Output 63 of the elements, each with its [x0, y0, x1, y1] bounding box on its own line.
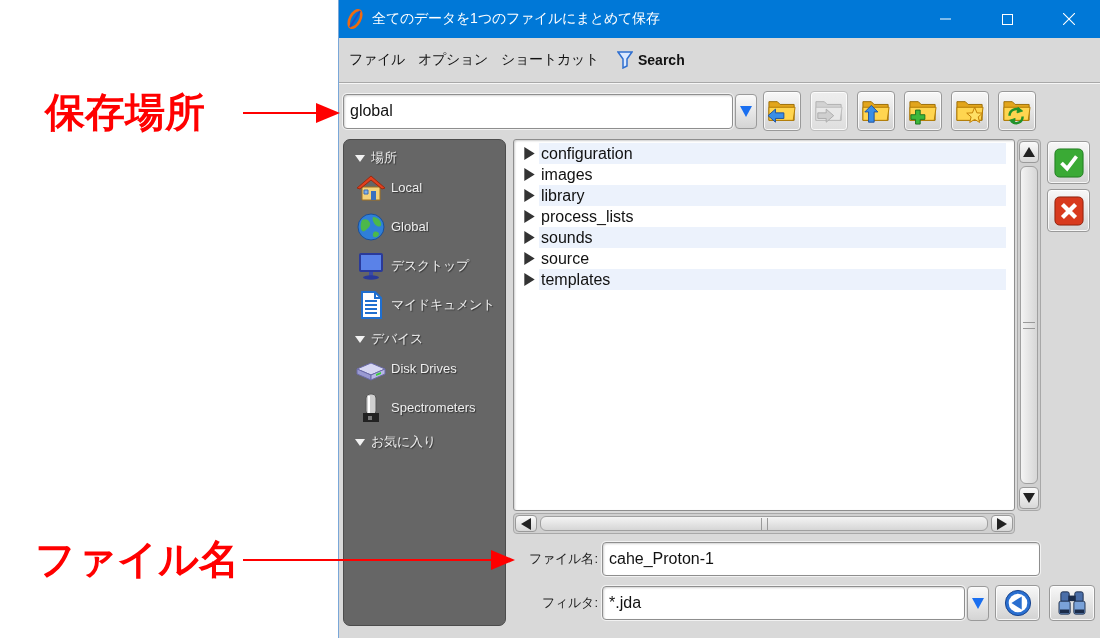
sidebar-section-header[interactable]: お気に入り	[355, 432, 436, 452]
binoculars-icon	[1058, 590, 1086, 616]
ok-button[interactable]	[1047, 141, 1090, 184]
caret-down-icon	[740, 104, 752, 118]
scroll-down-button[interactable]	[1019, 487, 1039, 509]
new-folder-button[interactable]	[904, 91, 942, 131]
filter-icon	[617, 51, 633, 69]
sidebar-item[interactable]: Local	[355, 168, 423, 207]
menu-item[interactable]: オプション	[418, 51, 488, 69]
sidebar-item[interactable]: デスクトップ	[355, 246, 469, 285]
folder-name[interactable]: templates	[539, 269, 1006, 290]
maximize-icon	[1001, 13, 1013, 25]
back-button[interactable]	[763, 91, 801, 131]
back-button[interactable]	[995, 585, 1040, 621]
filter-label: フィルタ:	[541, 594, 598, 612]
search-menu-item[interactable]: Search	[617, 51, 685, 69]
horizontal-scrollbar[interactable]	[513, 513, 1015, 534]
sidebar-item[interactable]: Global	[355, 207, 429, 246]
window-title: 全てのデータを1つのファイルにまとめて保存	[372, 10, 660, 28]
folder-name[interactable]: sounds	[539, 227, 1006, 248]
scroll-right-button[interactable]	[991, 515, 1013, 532]
triangle-right-icon	[997, 517, 1007, 530]
refresh-button[interactable]	[998, 91, 1036, 131]
sidebar-item[interactable]: Spectrometers	[355, 388, 476, 427]
dropdown-button[interactable]	[735, 93, 757, 129]
scrollbar-thumb[interactable]	[540, 516, 988, 531]
folder-name[interactable]: source	[539, 248, 1006, 269]
favorite-folder-button[interactable]	[951, 91, 989, 131]
up-folder-button[interactable]	[857, 91, 895, 131]
menu-item[interactable]: ファイル	[349, 51, 405, 69]
scroll-left-button[interactable]	[515, 515, 537, 532]
sidebar-item[interactable]: マイドキュメント	[355, 285, 495, 324]
file-name-label: ファイル名:	[528, 550, 598, 568]
vertical-scrollbar[interactable]	[1017, 139, 1041, 511]
triangle-left-icon	[521, 517, 531, 530]
minimize-icon	[939, 18, 951, 20]
menu-item[interactable]: ショートカット	[501, 51, 599, 69]
monitor-icon	[356, 250, 386, 281]
close-icon	[1063, 13, 1075, 25]
sidebar-item[interactable]: Disk Drives	[355, 349, 457, 388]
file-name-field[interactable]: cahe_Proton-1	[602, 542, 1040, 576]
folder-name[interactable]: configuration	[539, 143, 1006, 164]
folder-name[interactable]: images	[539, 164, 1006, 185]
scrollbar-thumb[interactable]	[1020, 166, 1038, 484]
filter-field[interactable]: *.jda	[602, 586, 965, 620]
folder-name[interactable]: process_lists	[539, 206, 1006, 227]
sidebar-section-header[interactable]: デバイス	[355, 329, 423, 349]
check-icon	[1053, 147, 1084, 178]
find-button[interactable]	[1049, 585, 1095, 621]
callout-label: ファイル名	[35, 539, 239, 579]
triangle-down-icon	[1023, 493, 1035, 503]
triangle-up-icon	[1023, 147, 1035, 157]
dropdown-button[interactable]	[967, 585, 989, 621]
caret-down-icon	[972, 596, 984, 610]
globe-icon	[356, 211, 386, 242]
sidebar-section-header[interactable]: 場所	[355, 148, 397, 168]
cancel-button[interactable]	[1047, 189, 1090, 232]
scroll-up-button[interactable]	[1019, 141, 1039, 163]
app-logo-icon	[345, 8, 365, 30]
folder-name[interactable]: library	[539, 185, 1006, 206]
callout-label: 保存場所	[45, 92, 205, 132]
location-field[interactable]: global	[343, 93, 733, 129]
cross-icon	[1053, 195, 1084, 226]
